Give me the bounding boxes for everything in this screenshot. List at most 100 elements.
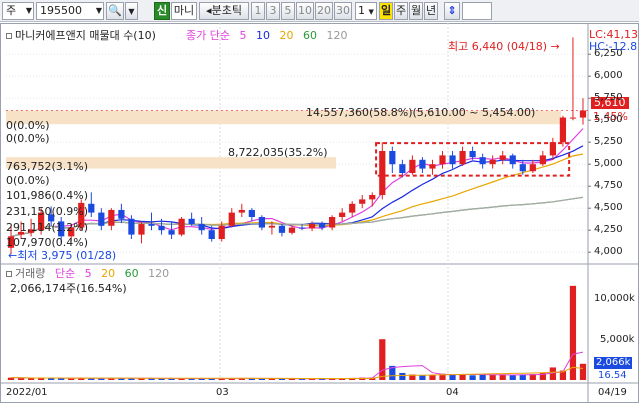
updown-arrow-icon: ⇕ (447, 4, 457, 17)
zoom-button[interactable]: ▼ (125, 2, 138, 20)
candle-body (419, 159, 426, 169)
volume-bar (579, 363, 587, 380)
interval-10[interactable]: 10 (296, 2, 314, 20)
volume-tick: 5,000k (600, 334, 635, 345)
price-tick-label: 5,750 (594, 92, 623, 104)
candle-body (469, 151, 476, 158)
interval-5-label: 5 (284, 4, 292, 17)
arrow-right-icon: → (547, 40, 560, 53)
ma-legend-120: 120 (326, 29, 348, 42)
count-input[interactable]: 1 ▼ (355, 2, 377, 20)
period-label: 분초틱 (211, 4, 242, 17)
market-select[interactable]: 주 ▼ (2, 2, 34, 20)
candle-body (228, 212, 235, 226)
price-panel-title: 마니커에프앤지 매물대 수(10) (6, 30, 156, 42)
volume-ma-title: 단순 (54, 267, 76, 280)
x-axis-label: 04 (446, 387, 459, 398)
volume-bar (429, 374, 436, 380)
interval-30-label: 30 (336, 4, 350, 17)
price-tick-label: 4,250 (594, 224, 623, 236)
interval-5[interactable]: 5 (281, 2, 295, 20)
tab-month-label: 월 (410, 4, 422, 17)
high-price-text: 최고 6,440 (04/18) (448, 40, 548, 53)
stock-code-value: 195500 (40, 4, 82, 17)
candle-body (509, 155, 516, 165)
candle-body (449, 155, 456, 165)
volume-title: 거래량 (15, 267, 46, 280)
interval-3[interactable]: 3 (266, 2, 280, 20)
candle-body (529, 164, 536, 172)
price-tick-label: 6,250 (594, 48, 623, 60)
candle-body (168, 230, 175, 235)
candle-body (549, 142, 556, 156)
ma-legend-20: 20 (279, 29, 294, 42)
candle-body (138, 224, 145, 235)
candle-body (429, 164, 436, 169)
stock-name-label: 마니 (173, 4, 195, 17)
vp-label: 0(0.0%) (6, 132, 50, 145)
interval-10-label: 10 (298, 4, 312, 17)
volume-panel-title: 거래량 단순 5 20 60 120 (6, 268, 175, 280)
tab-year[interactable]: 년 (424, 2, 438, 20)
candle-body (158, 225, 165, 231)
toolbar: 주 ▼ 195500 ▼ 🔍 ▼ 신 마니 ◂분초틱 1 3 5 10 20 3… (0, 0, 639, 22)
vp-label: 107,970(0.4%) (6, 236, 89, 249)
ma-legend-square (6, 271, 12, 277)
candle-body (248, 209, 255, 217)
chart-area[interactable]: 마니커에프앤지 매물대 수(10) 종가 단순 5 10 20 60 120 L… (0, 23, 639, 403)
interval-1[interactable]: 1 (251, 2, 265, 20)
candle-body (479, 157, 486, 165)
vp-label: 231,150(0.9%) (6, 205, 89, 218)
volume-ma-20: 20 (101, 267, 116, 280)
price-tick-label: 4,500 (594, 202, 623, 214)
updown-button[interactable]: ⇕ (444, 2, 460, 20)
volume-bar (419, 375, 426, 380)
candle-body (399, 164, 406, 173)
candle-body (278, 225, 286, 233)
candle-body (178, 218, 185, 235)
interval-30[interactable]: 30 (334, 2, 352, 20)
candle-body (238, 209, 245, 213)
period-left-button[interactable]: ◂분초틱 (199, 2, 249, 20)
search-button[interactable]: 🔍 (106, 2, 124, 20)
current-volume-pct: 16.54 (598, 370, 627, 381)
low-price-label: ←최저 3,975 (01/28) (8, 250, 116, 262)
extra-input[interactable] (462, 2, 492, 20)
tab-day[interactable]: 일 (379, 2, 393, 20)
candle-body (268, 225, 276, 228)
candle-body (359, 199, 366, 204)
tab-month[interactable]: 월 (409, 2, 423, 20)
candle-body (379, 151, 386, 195)
volume-bar (469, 375, 476, 380)
ma-legend-title: 종가 단순 (186, 29, 230, 42)
volume-bar (479, 374, 486, 380)
interval-20[interactable]: 20 (315, 2, 333, 20)
interval-1-label: 1 (254, 4, 262, 17)
price-tick-label: 5,250 (594, 136, 623, 148)
candle-body (409, 159, 416, 173)
vp-second-label: 8,722,035(35.2%) (228, 146, 328, 159)
candle-body (339, 212, 346, 217)
candle-body (569, 117, 577, 119)
stock-name-button[interactable]: 마니 (171, 2, 197, 20)
vp-label: 101,986(0.4%) (6, 189, 89, 202)
x-axis-label: 04/19 (598, 387, 627, 398)
volume-bar (489, 374, 496, 380)
chevron-down-icon: ▼ (25, 6, 32, 15)
stock-chart[interactable] (0, 23, 639, 403)
new-button[interactable]: 신 (154, 2, 170, 20)
vp-label: 763,752(3.1%) (6, 160, 89, 173)
candle-body (308, 224, 316, 229)
vp-main-label: 14,557,360(58.8%)(5,610.00 ~ 5,454.00) (306, 106, 536, 119)
chevron-down-icon: ▼ (368, 8, 374, 16)
candle-body (579, 110, 587, 118)
ma-legend-10: 10 (255, 29, 270, 42)
volume-value-text: 2,066,174주(16.54%) (10, 282, 127, 295)
tab-week-label: 주 (395, 4, 407, 17)
tab-week[interactable]: 주 (394, 2, 408, 20)
candle-body (439, 155, 446, 165)
current-volume-badge: 2,066k (594, 357, 633, 369)
stock-code-input[interactable]: 195500 ▼ (36, 2, 104, 20)
candle-body (208, 230, 215, 239)
tab-day-label: 일 (380, 4, 392, 17)
